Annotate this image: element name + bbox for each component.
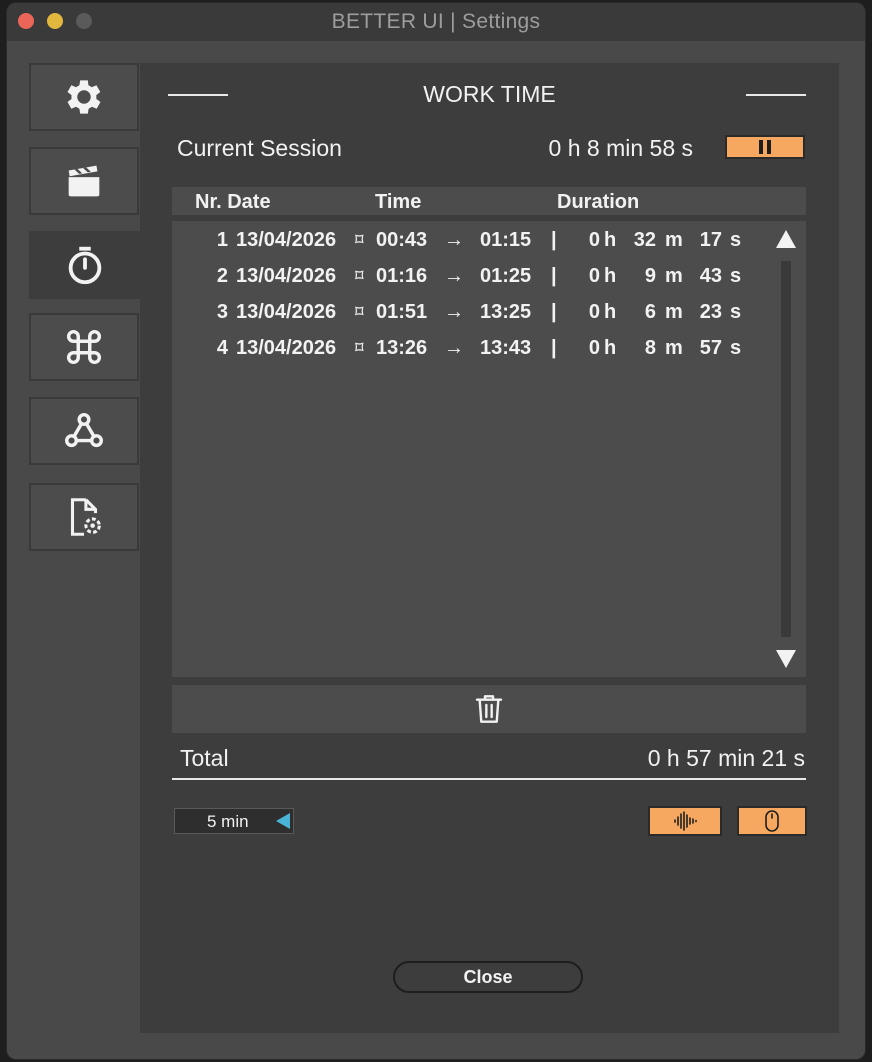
current-session-label: Current Session: [177, 135, 342, 161]
clapperboard-icon: [68, 165, 100, 197]
scroll-down-arrow[interactable]: [775, 649, 797, 669]
pause-button[interactable]: [725, 135, 805, 159]
close-button[interactable]: Close: [393, 961, 583, 993]
row-unit-s: s: [730, 301, 742, 323]
row-unit-s: s: [730, 229, 742, 251]
scrollbar-track[interactable]: [781, 261, 791, 637]
row-duration-seconds: 23: [699, 301, 722, 323]
row-separator-glyph: ⌑: [355, 340, 364, 357]
total-value: 0 h 57 min 21 s: [647, 745, 805, 771]
header-divider-right: [746, 94, 806, 96]
row-date: 13/04/2026: [236, 265, 337, 287]
table-row[interactable]: 4 13/04/2026 ⌑ 13:26 → 13:43 | 0 h 8 m 57 s: [172, 333, 762, 363]
audio-activity-toggle[interactable]: [648, 806, 722, 836]
row-separator-glyph: ⌑: [355, 304, 364, 321]
row-unit-s: s: [730, 337, 742, 359]
row-number: 2: [216, 265, 228, 287]
row-separator-glyph: ⌑: [355, 232, 364, 249]
work-time-panel: WORK TIME Current Session 0 h 8 min 58 s…: [140, 63, 839, 1033]
tab-general[interactable]: [29, 63, 139, 131]
row-separator-glyph: ⌑: [355, 268, 364, 285]
interval-value: 5 min: [207, 812, 249, 831]
row-end-time: 13:25: [480, 301, 532, 323]
sessions-list[interactable]: 1 13/04/2026 ⌑ 00:43 → 01:15 | 0 h 32 m 17 s 2 13/04/2…: [172, 221, 806, 677]
row-duration-seconds: 17: [699, 229, 722, 251]
row-start-time: 01:16: [376, 265, 428, 287]
panel-title: WORK TIME: [423, 81, 556, 107]
row-unit-s: s: [730, 265, 742, 287]
row-number: 3: [216, 301, 228, 323]
row-start-time: 01:51: [376, 301, 428, 323]
tab-file-settings[interactable]: [29, 483, 139, 551]
command-icon: [66, 329, 102, 365]
row-start-time: 00:43: [376, 229, 428, 251]
pause-icon: [759, 140, 771, 154]
delete-sessions-button[interactable]: [172, 685, 806, 733]
sessions-table-header: Nr. Date Time Duration: [172, 187, 806, 215]
current-session-value: 0 h 8 min 58 s: [548, 135, 693, 161]
tab-shortcuts[interactable]: [29, 313, 139, 381]
stopwatch-icon: [68, 246, 102, 285]
title-bar[interactable]: BETTER UI | Settings: [7, 3, 865, 41]
row-number: 1: [216, 229, 228, 251]
row-end-time: 01:25: [480, 265, 532, 287]
row-end-time: 13:43: [480, 337, 532, 359]
row-number: 4: [216, 337, 228, 359]
window-title: BETTER UI | Settings: [331, 10, 541, 33]
row-date: 13/04/2026: [236, 337, 337, 359]
row-end-time: 01:15: [480, 229, 532, 251]
row-arrow-glyph: →: [444, 229, 464, 251]
column-time: Time: [375, 191, 422, 213]
row-duration-minutes: 32: [633, 229, 656, 251]
row-arrow-glyph: →: [444, 337, 464, 359]
column-nr-date: Nr. Date: [195, 191, 271, 213]
interval-dropdown[interactable]: 5 min: [174, 808, 294, 834]
scroll-up-arrow[interactable]: [775, 229, 797, 249]
column-duration: Duration: [557, 191, 640, 213]
row-duration-minutes: 6: [644, 301, 656, 323]
total-divider: [172, 778, 806, 780]
trash-icon: [475, 695, 503, 723]
mouse-icon: [765, 810, 779, 832]
row-duration-seconds: 43: [699, 265, 722, 287]
table-row[interactable]: 3 13/04/2026 ⌑ 01:51 → 13:25 | 0 h 6 m 23 s: [172, 297, 762, 327]
table-row[interactable]: 1 13/04/2026 ⌑ 00:43 → 01:15 | 0 h 32 m 17 s: [172, 225, 762, 255]
webhook-icon: [65, 412, 103, 448]
row-date: 13/04/2026: [236, 229, 337, 251]
dropdown-arrow-icon: [276, 813, 290, 829]
settings-window: BETTER UI | Settings WORK TIME Current S…: [6, 2, 866, 1060]
tab-integrations[interactable]: [29, 397, 139, 465]
audio-waveform-icon: [674, 811, 697, 831]
gear-icon: [67, 80, 101, 114]
total-label: Total: [180, 745, 229, 771]
file-settings-icon: [70, 498, 101, 536]
row-duration-minutes: 8: [644, 337, 656, 359]
row-duration-minutes: 9: [644, 265, 656, 287]
row-start-time: 13:26: [376, 337, 428, 359]
row-arrow-glyph: →: [444, 301, 464, 323]
tab-work-time[interactable]: [29, 231, 141, 299]
tab-video[interactable]: [29, 147, 139, 215]
row-duration-seconds: 57: [699, 337, 722, 359]
mouse-activity-toggle[interactable]: [737, 806, 807, 836]
row-arrow-glyph: →: [444, 265, 464, 287]
table-row[interactable]: 2 13/04/2026 ⌑ 01:16 → 01:25 | 0 h 9 m 43 s: [172, 261, 762, 291]
row-date: 13/04/2026: [236, 301, 337, 323]
